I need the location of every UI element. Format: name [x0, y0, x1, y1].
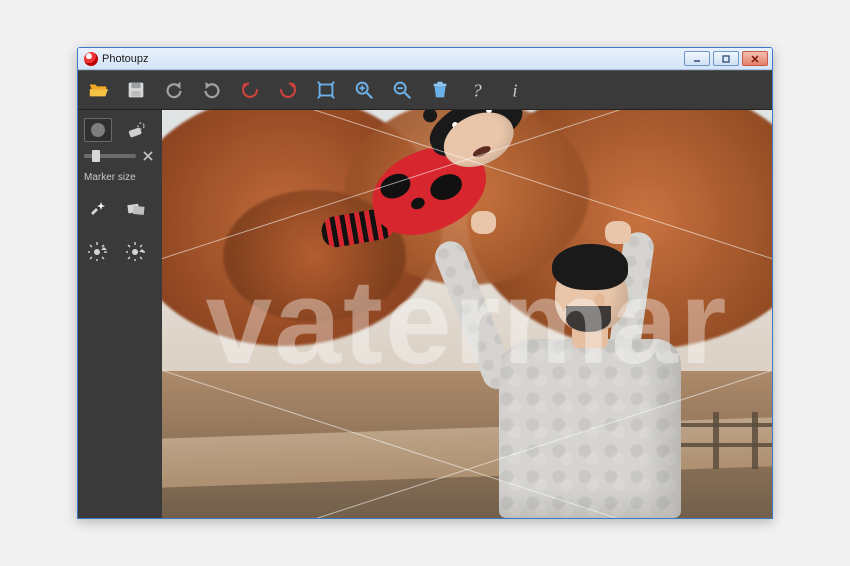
info-icon: i — [505, 79, 527, 101]
eraser-tool-icon — [126, 120, 146, 140]
sparkle-tool-icon — [88, 199, 108, 219]
zoom-out-icon — [391, 79, 413, 101]
photos-tool-icon — [126, 199, 146, 219]
redo-icon — [201, 79, 223, 101]
help-button[interactable]: ? — [466, 78, 490, 102]
undo-icon — [163, 79, 185, 101]
brightness-up-icon — [88, 241, 108, 261]
rotate-ccw-icon — [239, 79, 261, 101]
info-button[interactable]: i — [504, 78, 528, 102]
save-button[interactable] — [124, 78, 148, 102]
brightness-down-icon — [126, 241, 146, 261]
photos-tool-button[interactable] — [122, 197, 150, 221]
save-icon — [125, 79, 147, 101]
undo-button[interactable] — [162, 78, 186, 102]
marker-size-slider[interactable] — [84, 154, 136, 158]
fit-screen-button[interactable] — [314, 78, 338, 102]
redo-button[interactable] — [200, 78, 224, 102]
clear-size-icon[interactable] — [142, 150, 154, 162]
open-icon — [87, 79, 109, 101]
fit-screen-icon — [315, 79, 337, 101]
app-icon — [84, 52, 98, 66]
app-body: Marker size — [78, 110, 772, 518]
marker-tool-icon — [88, 120, 108, 140]
delete-button[interactable] — [428, 78, 452, 102]
delete-icon — [429, 79, 451, 101]
zoom-out-button[interactable] — [390, 78, 414, 102]
rotate-cw-icon — [277, 79, 299, 101]
minimize-button[interactable] — [684, 51, 710, 66]
close-button[interactable] — [742, 51, 768, 66]
maximize-button[interactable] — [713, 51, 739, 66]
svg-text:i: i — [512, 80, 517, 100]
brightness-up-button[interactable] — [84, 239, 112, 263]
tool-sidebar: Marker size — [78, 110, 162, 518]
zoom-in-button[interactable] — [352, 78, 376, 102]
brightness-down-button[interactable] — [122, 239, 150, 263]
rotate-cw-button[interactable] — [276, 78, 300, 102]
marker-tool-button[interactable] — [84, 118, 112, 142]
open-button[interactable] — [86, 78, 110, 102]
sparkle-tool-button[interactable] — [84, 197, 112, 221]
eraser-tool-button[interactable] — [122, 118, 150, 142]
rotate-ccw-button[interactable] — [238, 78, 262, 102]
photo-content — [162, 110, 772, 518]
titlebar: Photoupz — [78, 48, 772, 70]
image-canvas[interactable]: vatermar — [162, 110, 772, 518]
main-toolbar: ? i — [78, 70, 772, 110]
help-icon: ? — [467, 79, 489, 101]
zoom-in-icon — [353, 79, 375, 101]
marker-size-label: Marker size — [84, 172, 156, 183]
app-title: Photoupz — [102, 53, 148, 65]
app-window: Photoupz — [77, 47, 773, 519]
svg-text:?: ? — [473, 80, 483, 100]
